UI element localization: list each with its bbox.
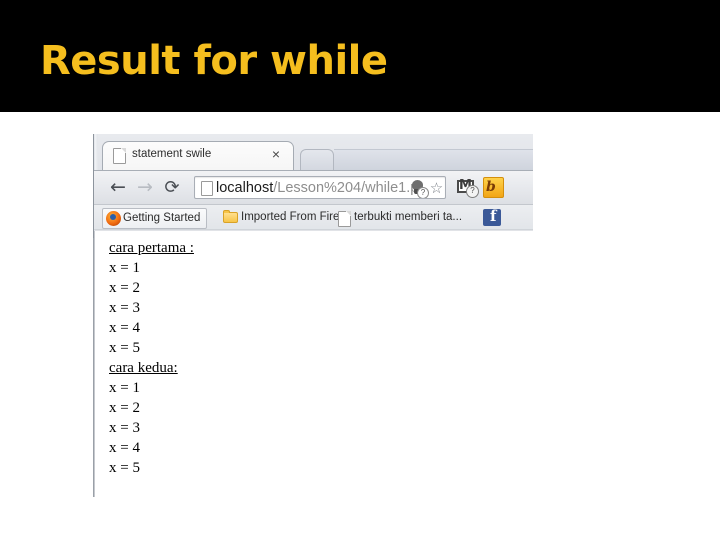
tab-statement-swile[interactable]: statement swile ×: [102, 141, 294, 170]
bookmark-label: Imported From Firef..: [241, 211, 349, 223]
close-icon[interactable]: ×: [269, 147, 283, 161]
browser-toolbar: ← → ⟳ localhost/Lesson%204/while1.p ? ☆ …: [94, 170, 533, 205]
output-line: x = 4: [109, 320, 140, 336]
output-line: x = 3: [109, 300, 140, 316]
browser-screenshot-image: statement swile × ← → ⟳ localhost/Lesson…: [93, 134, 533, 497]
output-line: x = 3: [109, 420, 140, 436]
bookmark-star-icon[interactable]: ☆: [428, 180, 445, 197]
firefox-icon: [106, 211, 121, 226]
tab-strip: statement swile ×: [93, 141, 533, 170]
forward-arrow-icon[interactable]: →: [133, 177, 157, 199]
tab-title: statement swile: [132, 148, 212, 160]
output-line: x = 2: [109, 400, 140, 416]
page-viewport: cara pertama : x = 1 x = 2 x = 3 x = 4 x…: [94, 231, 533, 497]
bookmarks-bar: Getting Started Imported From Firef.. te…: [94, 204, 533, 230]
reload-icon[interactable]: ⟳: [160, 177, 184, 199]
facebook-icon[interactable]: [483, 207, 501, 226]
page-title: Result for while: [40, 38, 388, 84]
presentation-slide: Result for while statement swile × ← → ⟳: [0, 0, 720, 540]
bookmark-label: Getting Started: [123, 212, 201, 224]
url-host: localhost: [216, 180, 274, 196]
folder-icon: [223, 210, 238, 223]
back-arrow-icon[interactable]: ←: [106, 177, 130, 199]
output-heading: cara pertama :: [109, 240, 194, 256]
output-heading: cara kedua:: [109, 360, 178, 376]
bookmark-label: terbukti memberi ta...: [354, 211, 463, 223]
page-icon: [338, 211, 351, 227]
output-line: x = 2: [109, 280, 140, 296]
new-tab-button[interactable]: [300, 149, 334, 170]
address-bar[interactable]: localhost/Lesson%204/while1.p ? ☆: [194, 176, 446, 199]
output-line: x = 5: [109, 460, 140, 476]
address-bar-url: localhost/Lesson%204/while1.p: [216, 179, 418, 198]
bookmark-imported-from-firefox[interactable]: Imported From Firef..: [221, 208, 349, 227]
output-line: x = 5: [109, 340, 140, 356]
page-content: cara pertama : x = 1 x = 2 x = 3 x = 4 x…: [109, 238, 194, 478]
url-path: /Lesson%204/while1.p: [273, 180, 419, 196]
output-line: x = 4: [109, 440, 140, 456]
gmail-extension-icon[interactable]: ?: [456, 177, 479, 198]
page-icon: [113, 148, 126, 164]
orange-extension-glyph: b: [486, 179, 496, 195]
output-line: x = 1: [109, 380, 140, 396]
tab-strip-filler: [334, 149, 533, 170]
bookmark-getting-started[interactable]: Getting Started: [102, 208, 208, 229]
output-line: x = 1: [109, 260, 140, 276]
orange-extension-icon[interactable]: b: [483, 177, 504, 198]
page-icon: [201, 181, 213, 196]
bookmark-terbukti-memberi[interactable]: terbukti memberi ta...: [336, 208, 462, 227]
gmail-badge: ?: [466, 185, 479, 198]
lightbulb-icon[interactable]: ?: [409, 180, 429, 198]
